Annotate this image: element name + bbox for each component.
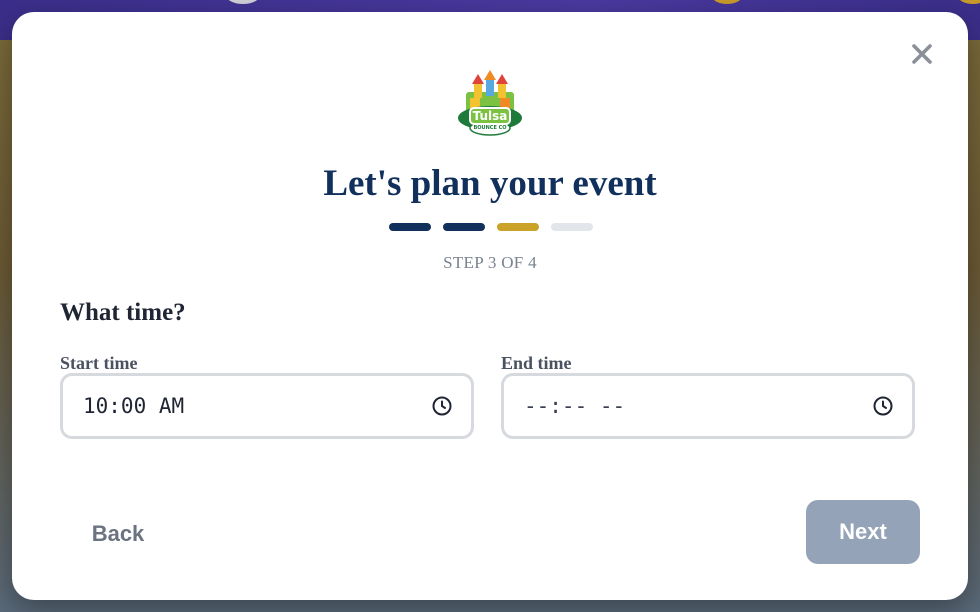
progress-segment-4 (551, 223, 593, 231)
end-time-label: End time (501, 353, 572, 373)
progress-segment-1 (389, 223, 431, 231)
clock-icon[interactable] (872, 395, 894, 417)
logo-subtext: BOUNCE CO (473, 125, 507, 131)
start-time-label: Start time (60, 353, 138, 373)
bounce-castle-logo: Tulsa BOUNCE CO (454, 68, 526, 140)
end-time-value: --:-- -- (524, 394, 626, 418)
event-planner-modal: Tulsa BOUNCE CO Let's plan your event ST… (12, 12, 968, 600)
close-button[interactable] (906, 38, 938, 70)
close-icon (912, 44, 932, 64)
modal-title: Let's plan your event (323, 163, 657, 204)
logo-wordmark: Tulsa (472, 109, 508, 123)
section-title: What time? (60, 299, 186, 326)
next-button[interactable]: Next (806, 500, 920, 564)
clock-icon[interactable] (431, 395, 453, 417)
progress-segment-2 (443, 223, 485, 231)
back-button[interactable]: Back (72, 510, 164, 558)
progress-segment-3 (497, 223, 539, 231)
step-label: STEP 3 OF 4 (443, 253, 537, 272)
step-progress (389, 223, 593, 231)
start-time-input[interactable]: 10:00 AM (60, 373, 474, 439)
start-time-value: 10:00 AM (83, 394, 185, 418)
end-time-input[interactable]: --:-- -- (501, 373, 915, 439)
